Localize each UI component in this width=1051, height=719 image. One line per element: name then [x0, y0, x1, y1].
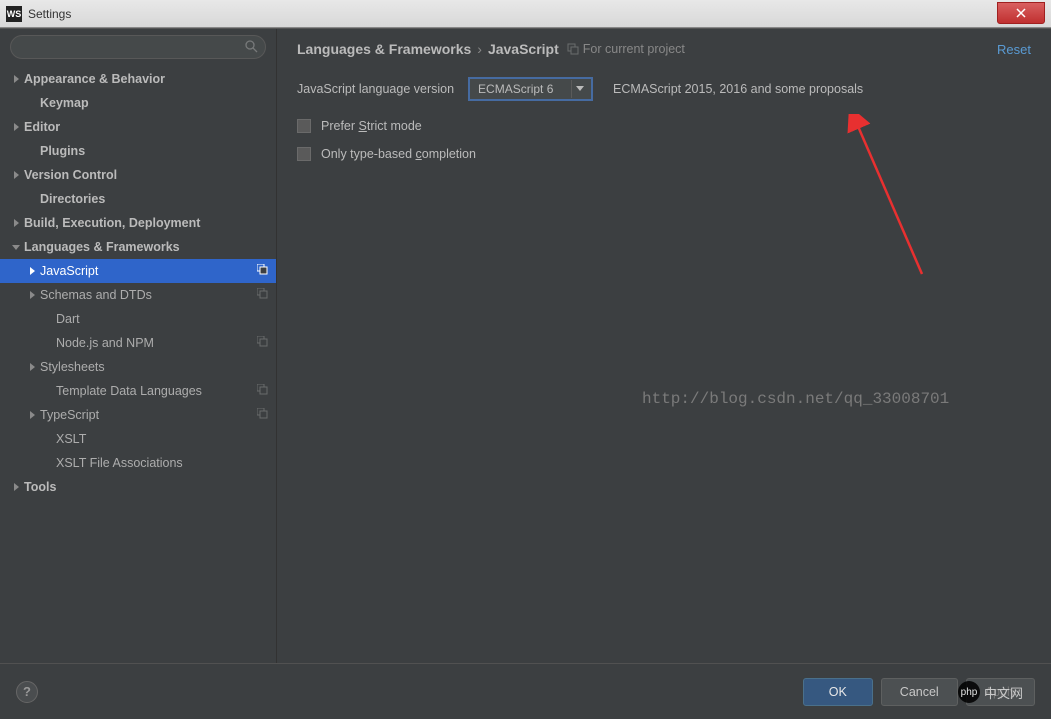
tree-item-label: Editor [24, 120, 60, 134]
tree-item-javascript[interactable]: JavaScript [0, 259, 276, 283]
tree-item-typescript[interactable]: TypeScript [0, 403, 276, 427]
project-scope-icon [257, 384, 268, 398]
apply-button[interactable]: Apply [966, 678, 1035, 706]
type-based-completion-checkbox[interactable]: Only type-based completion [297, 147, 1031, 161]
expand-arrow-icon [24, 287, 40, 303]
tree-item-keymap[interactable]: Keymap [0, 91, 276, 115]
tree-item-schemas-and-dtds[interactable]: Schemas and DTDs [0, 283, 276, 307]
expand-arrow-icon [24, 407, 40, 423]
expand-arrow-icon [8, 479, 24, 495]
expand-arrow-icon [24, 263, 40, 279]
tree-item-languages-frameworks[interactable]: Languages & Frameworks [0, 235, 276, 259]
checkbox-label: Prefer Strict mode [321, 119, 422, 133]
expand-arrow-icon [8, 167, 24, 183]
tree-item-stylesheets[interactable]: Stylesheets [0, 355, 276, 379]
tree-item-label: Plugins [24, 144, 85, 158]
tree-item-appearance-behavior[interactable]: Appearance & Behavior [0, 67, 276, 91]
expand-arrow-icon [8, 215, 24, 231]
breadcrumb: Languages & Frameworks › JavaScript For … [297, 41, 1031, 57]
arrow-spacer [24, 431, 40, 447]
tree-item-template-data-languages[interactable]: Template Data Languages [0, 379, 276, 403]
tree-item-label: XSLT File Associations [40, 456, 183, 470]
breadcrumb-seg-1: Languages & Frameworks [297, 41, 471, 57]
tree-item-label: Stylesheets [40, 360, 105, 374]
tree-item-dart[interactable]: Dart [0, 307, 276, 331]
arrow-spacer [8, 95, 24, 111]
footer: ? OK Cancel Apply [0, 663, 1051, 719]
project-scope-icon [257, 264, 268, 278]
watermark-text: http://blog.csdn.net/qq_33008701 [642, 390, 949, 408]
checkbox-label: Only type-based completion [321, 147, 476, 161]
breadcrumb-scope: For current project [583, 42, 685, 56]
tree-item-label: Template Data Languages [40, 384, 202, 398]
close-icon [1016, 8, 1026, 18]
arrow-spacer [8, 191, 24, 207]
project-scope-icon [257, 288, 268, 302]
tree-item-label: Dart [40, 312, 80, 326]
dropdown-value: ECMAScript 6 [478, 82, 571, 96]
tree-item-version-control[interactable]: Version Control [0, 163, 276, 187]
tree-item-label: Directories [24, 192, 105, 206]
tree-item-plugins[interactable]: Plugins [0, 139, 276, 163]
tree-item-label: Keymap [24, 96, 89, 110]
tree-item-label: JavaScript [40, 264, 98, 278]
titlebar: WS Settings [0, 0, 1051, 28]
prefer-strict-checkbox[interactable]: Prefer Strict mode [297, 119, 1031, 133]
help-button[interactable]: ? [16, 681, 38, 703]
checkbox-icon [297, 147, 311, 161]
arrow-spacer [24, 311, 40, 327]
sidebar: Appearance & Behavior Keymap Editor Plugins… [0, 29, 277, 663]
expand-arrow-icon [8, 239, 24, 255]
tree-item-xslt[interactable]: XSLT [0, 427, 276, 451]
expand-arrow-icon [24, 359, 40, 375]
expand-arrow-icon [8, 71, 24, 87]
cancel-button[interactable]: Cancel [881, 678, 958, 706]
breadcrumb-separator: › [477, 41, 482, 57]
lang-version-hint: ECMAScript 2015, 2016 and some proposals [613, 82, 863, 96]
tree-item-label: Tools [24, 480, 56, 494]
project-scope-icon [257, 336, 268, 350]
chevron-down-icon [576, 86, 584, 92]
search-input[interactable] [10, 35, 266, 59]
arrow-spacer [8, 143, 24, 159]
settings-tree: Appearance & Behavior Keymap Editor Plugins… [0, 67, 276, 663]
app-icon: WS [6, 6, 22, 22]
ok-button[interactable]: OK [803, 678, 873, 706]
tree-item-label: Languages & Frameworks [24, 240, 180, 254]
tree-item-directories[interactable]: Directories [0, 187, 276, 211]
tree-item-node-js-and-npm[interactable]: Node.js and NPM [0, 331, 276, 355]
scope-icon [567, 43, 579, 55]
tree-item-label: Schemas and DTDs [40, 288, 152, 302]
window-title: Settings [28, 7, 997, 21]
tree-item-label: Version Control [24, 168, 117, 182]
tree-item-xslt-file-associations[interactable]: XSLT File Associations [0, 451, 276, 475]
reset-link[interactable]: Reset [997, 42, 1031, 57]
tree-item-tools[interactable]: Tools [0, 475, 276, 499]
arrow-spacer [24, 455, 40, 471]
tree-item-editor[interactable]: Editor [0, 115, 276, 139]
tree-item-label: XSLT [40, 432, 86, 446]
lang-version-label: JavaScript language version [297, 82, 454, 96]
project-scope-icon [257, 408, 268, 422]
lang-version-dropdown[interactable]: ECMAScript 6 [468, 77, 593, 101]
expand-arrow-icon [8, 119, 24, 135]
tree-item-label: Node.js and NPM [40, 336, 154, 350]
tree-item-label: TypeScript [40, 408, 99, 422]
tree-item-build-execution-deployment[interactable]: Build, Execution, Deployment [0, 211, 276, 235]
arrow-spacer [24, 383, 40, 399]
breadcrumb-seg-2: JavaScript [488, 41, 559, 57]
content-panel: Languages & Frameworks › JavaScript For … [277, 29, 1051, 663]
arrow-spacer [24, 335, 40, 351]
checkbox-icon [297, 119, 311, 133]
annotation-arrow [847, 114, 937, 284]
search-icon [245, 40, 258, 53]
tree-item-label: Build, Execution, Deployment [24, 216, 200, 230]
tree-item-label: Appearance & Behavior [24, 72, 165, 86]
close-button[interactable] [997, 2, 1045, 24]
dropdown-arrow [571, 80, 587, 98]
